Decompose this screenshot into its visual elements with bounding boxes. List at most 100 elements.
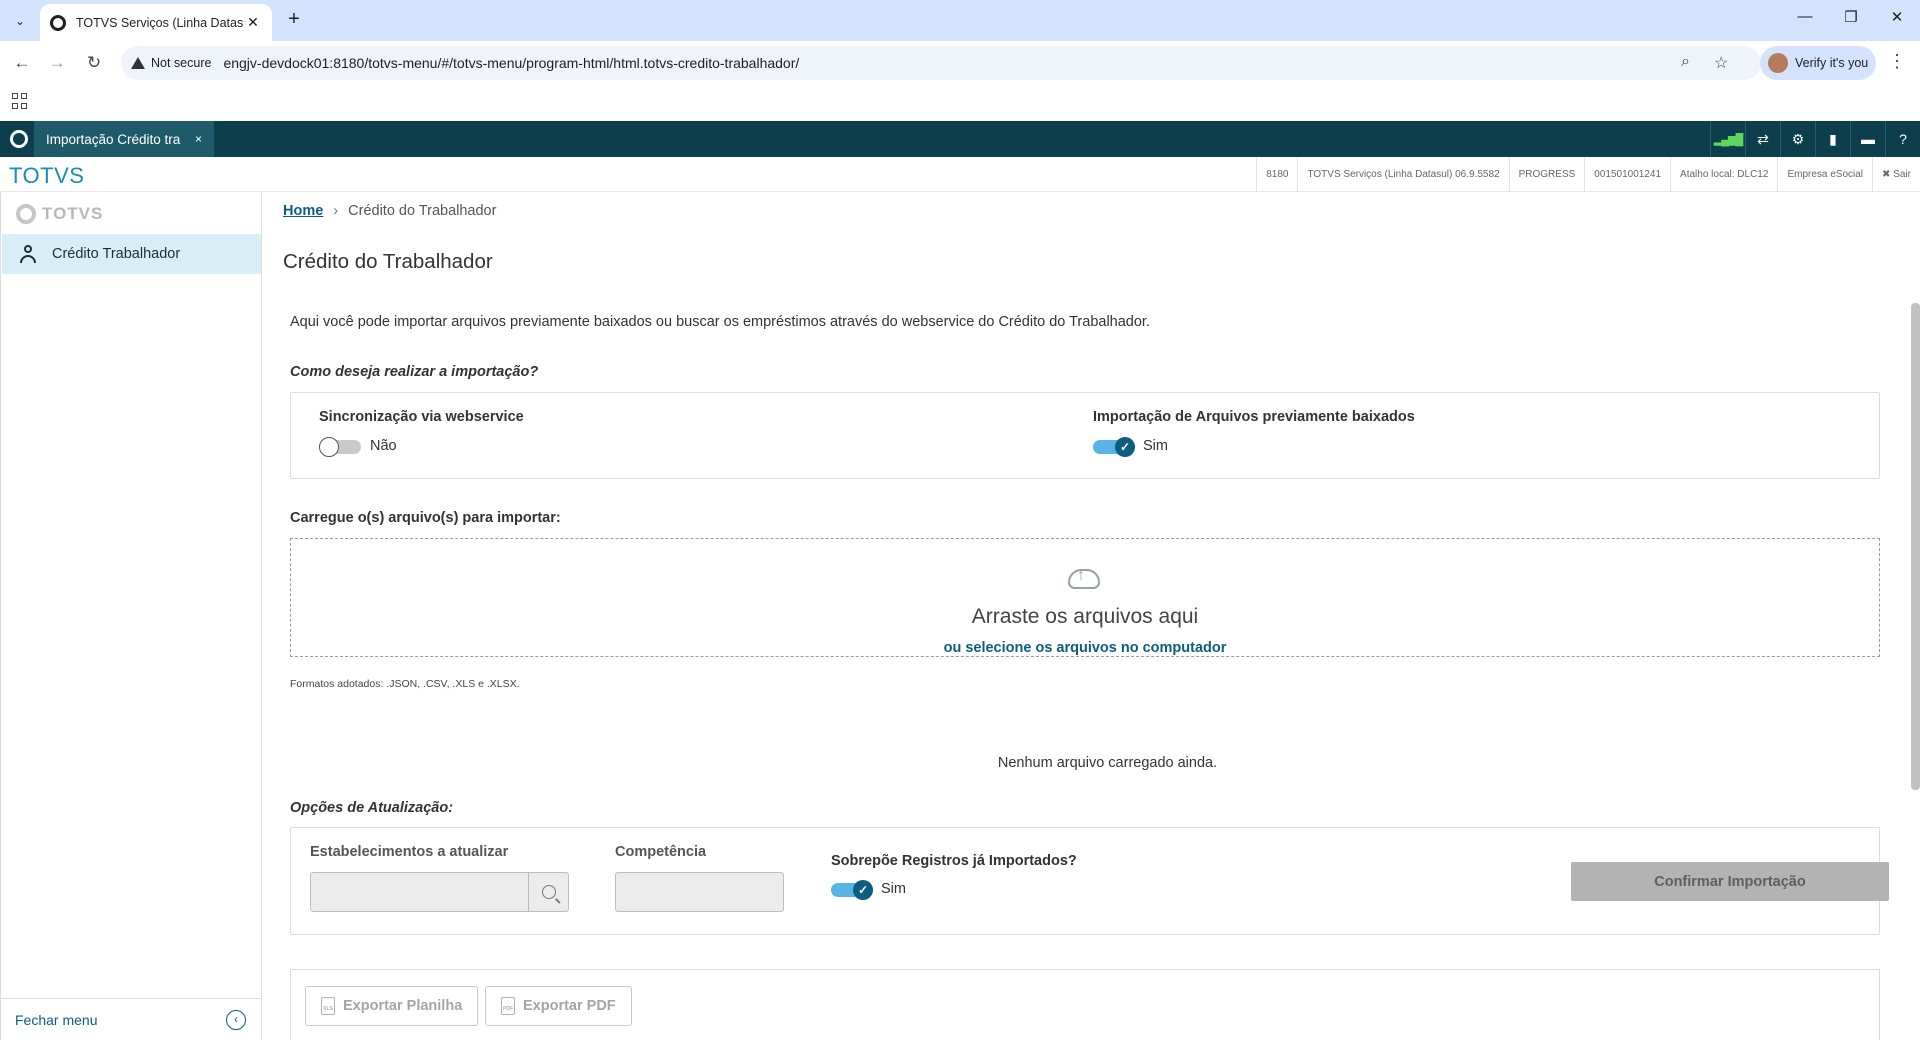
browser-tab-title: TOTVS Serviços (Linha Datasul) <box>76 15 244 30</box>
breadcrumb: Home › Crédito do Trabalhador <box>283 203 496 219</box>
import-question: Como deseja realizar a importação? <box>290 364 539 380</box>
establishments-label: Estabelecimentos a atualizar <box>310 844 509 860</box>
browser-tab[interactable]: TOTVS Serviços (Linha Datasul) ✕ <box>40 4 272 41</box>
sidebar-item-label: Crédito Trabalhador <box>52 246 181 262</box>
check-icon: ✓ <box>1115 437 1135 457</box>
update-options-title: Opções de Atualização: <box>290 800 454 816</box>
collapse-left-icon[interactable]: ‹ <box>226 1010 246 1030</box>
webservice-toggle[interactable] <box>319 437 361 457</box>
update-options-panel: Estabelecimentos a atualizar Competência… <box>290 827 1889 935</box>
info-port: 8180 <box>1256 157 1297 192</box>
session-info: 8180 TOTVS Serviços (Linha Datasul) 06.9… <box>1256 157 1920 192</box>
sidebar-logo: TOTVS <box>16 204 103 224</box>
establishments-input[interactable] <box>310 872 569 912</box>
sidebar: TOTVS Crédito Trabalhador Fechar menu ‹ <box>0 192 262 1040</box>
export-sheet-button[interactable]: XLS Exportar Planilha <box>305 986 479 1026</box>
competencia-label: Competência <box>615 844 707 860</box>
new-tab-button[interactable]: + <box>282 8 306 31</box>
help-icon[interactable]: ? <box>1885 121 1920 157</box>
document-icon[interactable]: ▮ <box>1815 121 1850 157</box>
select-files-link[interactable]: ou selecione os arquivos no computador <box>291 640 1879 656</box>
url-text[interactable]: engjv-devdock01:8180/totvs-menu/#/totvs-… <box>223 55 799 71</box>
verify-profile-button[interactable]: Verify it's you <box>1760 46 1876 80</box>
close-menu-button[interactable]: Fechar menu ‹ <box>1 998 262 1040</box>
info-company[interactable]: Empresa eSocial <box>1777 157 1872 192</box>
chat-icon[interactable]: ▬ <box>1850 121 1885 157</box>
info-product: TOTVS Serviços (Linha Datasul) 06.9.5582 <box>1297 157 1508 192</box>
info-database: PROGRESS <box>1508 157 1585 192</box>
formats-hint: Formatos adotados: .JSON, .CSV, .XLS e .… <box>290 678 520 690</box>
warning-icon <box>131 57 145 69</box>
not-secure-label: Not secure <box>151 56 212 70</box>
browser-toolbar: ← → ↻ Not secure engjv-devdock01:8180/to… <box>0 41 1920 85</box>
sidebar-item-credito-trabalhador[interactable]: Crédito Trabalhador <box>2 234 261 274</box>
close-window-icon[interactable]: ✕ <box>1882 8 1912 26</box>
confirm-import-button[interactable]: Confirmar Importação <box>1571 862 1889 901</box>
logout-button[interactable]: ✖ Sair <box>1872 157 1920 192</box>
forward-icon[interactable]: → <box>45 51 69 75</box>
chevron-right-icon: › <box>333 203 339 219</box>
cloud-upload-icon: ↑ <box>1064 561 1106 591</box>
gear-icon[interactable]: ⚙ <box>1780 121 1815 157</box>
avatar <box>1768 53 1788 73</box>
overwrite-state: Sim <box>881 881 906 897</box>
back-icon[interactable]: ← <box>10 51 34 75</box>
import-mode-panel: Sincronização via webservice Não Importa… <box>290 392 1880 479</box>
upload-label: Carregue o(s) arquivo(s) para importar: <box>290 510 561 526</box>
file-dropzone[interactable]: ↑ Arraste os arquivos aqui ou selecione … <box>290 538 1880 657</box>
info-shortcut: Atalho local: DLC12 <box>1670 157 1777 192</box>
verify-label: Verify it's you <box>1795 56 1869 70</box>
files-import-toggle[interactable]: ✓ <box>1093 437 1135 457</box>
breadcrumb-home-link[interactable]: Home <box>283 203 323 219</box>
reload-icon[interactable]: ↻ <box>82 51 106 75</box>
browser-tab-strip: ⌄ TOTVS Serviços (Linha Datasul) ✕ + — ❐… <box>0 0 1920 41</box>
sidebar-logo-text: TOTVS <box>42 204 104 223</box>
bookmark-star-icon[interactable]: ☆ <box>1714 53 1728 73</box>
page-title: Crédito do Trabalhador <box>283 250 493 273</box>
security-indicator[interactable]: Not secure <box>131 56 223 70</box>
export-pdf-button[interactable]: PDF Exportar PDF <box>485 986 632 1026</box>
overwrite-toggle[interactable]: ✓ <box>831 880 873 900</box>
xls-file-icon: XLS <box>321 997 335 1015</box>
no-files-message: Nenhum arquivo carregado ainda. <box>997 755 1218 771</box>
pdf-file-icon: PDF <box>501 997 515 1015</box>
breadcrumb-current: Crédito do Trabalhador <box>348 203 497 219</box>
close-icon: ✖ <box>1882 169 1894 180</box>
bookmarks-bar <box>0 85 1920 121</box>
tab-search-chevron-icon[interactable]: ⌄ <box>8 9 32 33</box>
browser-menu-icon[interactable]: ⋮ <box>1888 51 1906 72</box>
app-tab-close-icon[interactable]: × <box>195 132 202 146</box>
apps-grid-icon[interactable] <box>12 93 28 109</box>
minimize-icon[interactable]: — <box>1790 8 1820 25</box>
totvs-logo-icon[interactable] <box>10 130 28 148</box>
brand-logo[interactable]: TOTVS <box>9 163 84 189</box>
restore-icon[interactable]: ❐ <box>1836 8 1866 26</box>
totvs-favicon-icon <box>50 14 66 31</box>
page-scrollbar[interactable] <box>1911 303 1920 790</box>
logout-label: Sair <box>1893 169 1911 180</box>
files-import-state: Sim <box>1143 438 1168 454</box>
app-tab-importacao[interactable]: Importação Crédito tra × <box>34 121 214 157</box>
export-panel: XLS Exportar Planilha PDF Exportar PDF <box>290 969 1880 1040</box>
dropzone-title: Arraste os arquivos aqui <box>971 605 1199 628</box>
files-import-label: Importação de Arquivos previamente baixa… <box>1093 409 1415 425</box>
main-content: Home › Crédito do Trabalhador Crédito do… <box>263 192 1920 1040</box>
person-icon <box>19 245 37 263</box>
app-topbar: Importação Crédito tra × ▂▄▆█ ⇄ ⚙ ▮ ▬ ? <box>0 121 1920 157</box>
close-tab-icon[interactable]: ✕ <box>244 14 262 31</box>
totvs-logo-icon <box>16 204 36 224</box>
check-icon: ✓ <box>853 880 873 900</box>
export-pdf-label: Exportar PDF <box>523 998 616 1014</box>
search-button[interactable] <box>528 873 568 911</box>
signal-icon[interactable]: ▂▄▆█ <box>1710 121 1745 157</box>
app-tab-label: Importação Crédito tra <box>46 131 181 147</box>
competencia-input[interactable] <box>615 872 784 912</box>
intro-text: Aqui você pode importar arquivos previam… <box>290 314 1150 330</box>
shuffle-icon[interactable]: ⇄ <box>1745 121 1780 157</box>
overwrite-label: Sobrepõe Registros já Importados? <box>831 853 1077 869</box>
address-bar[interactable]: Not secure engjv-devdock01:8180/totvs-me… <box>121 46 1761 80</box>
close-menu-label: Fechar menu <box>15 1011 98 1028</box>
brand-bar: TOTVS 8180 TOTVS Serviços (Linha Datasul… <box>0 157 1920 192</box>
export-sheet-label: Exportar Planilha <box>343 998 463 1014</box>
zoom-icon[interactable]: ⌕ <box>1681 53 1690 71</box>
